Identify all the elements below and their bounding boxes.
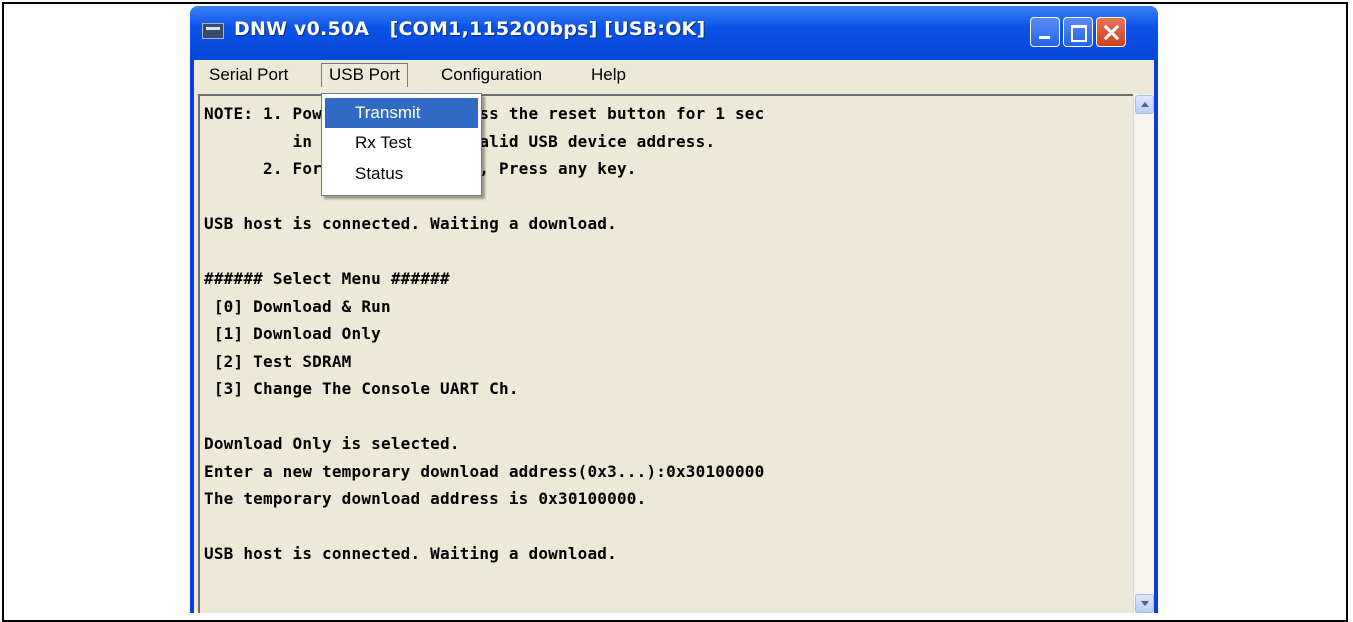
- menu-configuration[interactable]: Configuration: [434, 63, 549, 87]
- close-button[interactable]: [1096, 17, 1126, 47]
- menu-item-rx-test[interactable]: Rx Test: [325, 128, 478, 158]
- menu-item-status[interactable]: Status: [325, 159, 478, 189]
- terminal-line: ###### Select Menu ######: [204, 269, 450, 288]
- terminal-line: Download Only is selected.: [204, 434, 460, 453]
- terminal-line: [2] Test SDRAM: [204, 351, 352, 371]
- terminal-line: [0] Download & Run: [204, 296, 391, 316]
- menu-usb-port[interactable]: USB Port: [321, 63, 408, 87]
- app-icon[interactable]: [202, 23, 224, 39]
- usb-port-dropdown: Transmit Rx Test Status: [321, 93, 482, 196]
- terminal-line: [3] Change The Console UART Ch.: [204, 379, 519, 398]
- scroll-down-icon[interactable]: [1135, 594, 1154, 613]
- terminal-line: [1] Download Only: [204, 324, 381, 343]
- menu-serial-port[interactable]: Serial Port: [202, 63, 295, 87]
- maximize-button[interactable]: [1063, 17, 1093, 47]
- vertical-scrollbar[interactable]: [1133, 94, 1154, 613]
- scroll-up-icon[interactable]: [1135, 95, 1154, 114]
- menu-help[interactable]: Help: [584, 63, 633, 87]
- menu-item-transmit[interactable]: Transmit: [325, 98, 478, 128]
- terminal-line: USB host is connected. Waiting a downloa…: [204, 544, 617, 563]
- terminal-line: The temporary download address is 0x3010…: [204, 489, 647, 508]
- terminal-line: Enter a new temporary download address(0…: [204, 461, 765, 481]
- terminal-line: NOTE: 1. Power off/on or press the reset…: [204, 104, 765, 123]
- terminal-text: NOTE: 1. Power off/on or press the reset…: [204, 100, 764, 568]
- menu-bar: Serial Port USB Port Configuration Help: [194, 60, 1154, 90]
- terminal-line: USB host is connected. Waiting a downloa…: [204, 214, 617, 233]
- window-title: DNW v0.50A [COM1,115200bps] [USB:OK]: [234, 18, 706, 40]
- dnw-window: DNW v0.50A [COM1,115200bps] [USB:OK] Ser…: [190, 6, 1158, 613]
- title-bar[interactable]: DNW v0.50A [COM1,115200bps] [USB:OK]: [190, 6, 1158, 60]
- minimize-button[interactable]: [1030, 17, 1060, 47]
